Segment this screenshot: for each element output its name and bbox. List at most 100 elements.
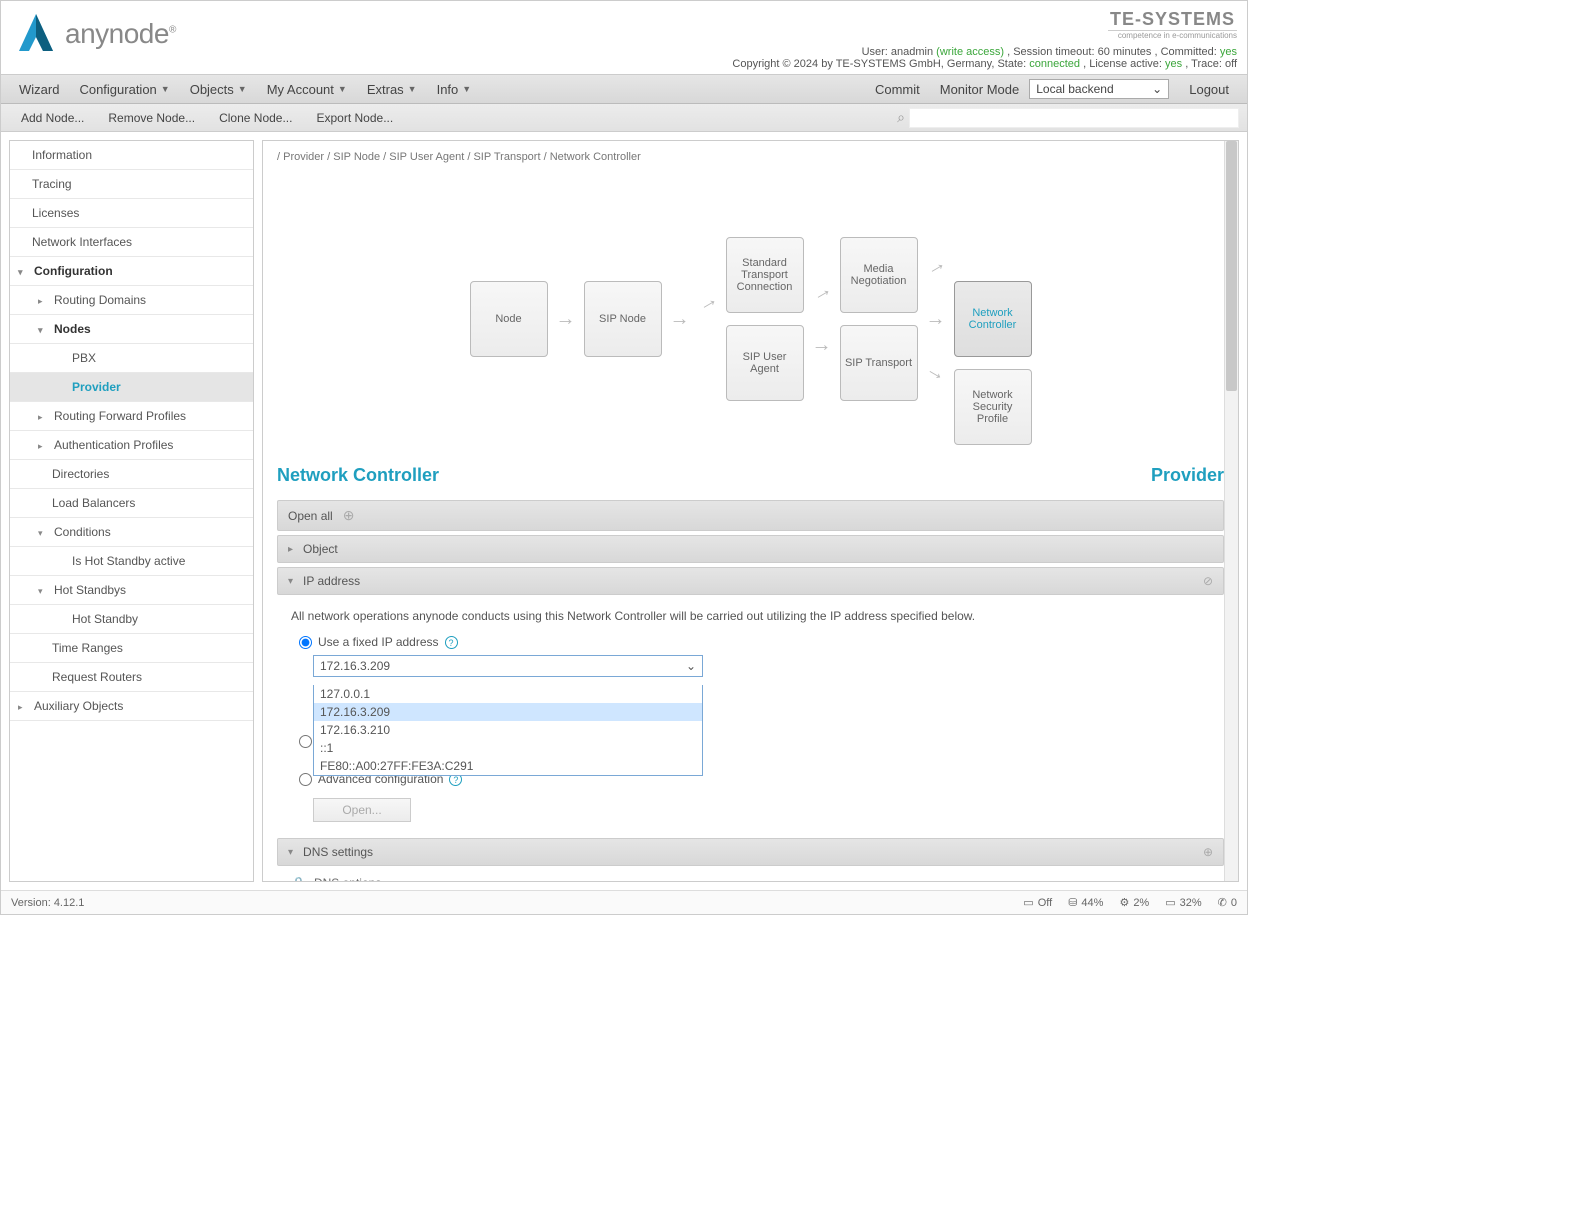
remove-node-button[interactable]: Remove Node... bbox=[96, 111, 207, 125]
sidebar-item-information[interactable]: Information bbox=[10, 141, 253, 170]
open-button: Open... bbox=[313, 798, 411, 822]
sidebar-item-routing-forward[interactable]: Routing Forward Profiles bbox=[10, 402, 253, 431]
flow-network-controller[interactable]: Network Controller bbox=[954, 281, 1032, 357]
sidebar-item-request-routers[interactable]: Request Routers bbox=[10, 663, 253, 692]
flow-std-transport[interactable]: Standard Transport Connection bbox=[726, 237, 804, 313]
radio-hidden[interactable] bbox=[299, 735, 312, 748]
commit-button[interactable]: Commit bbox=[865, 75, 930, 103]
memory-icon: ▭ bbox=[1165, 896, 1175, 909]
session-value: 60 minutes bbox=[1098, 46, 1152, 58]
status-cpu: ⚙2% bbox=[1119, 896, 1149, 909]
ip-option[interactable]: 172.16.3.209 bbox=[314, 703, 702, 721]
anynode-logo-icon bbox=[11, 9, 61, 59]
wizard-menu[interactable]: Wizard bbox=[9, 75, 69, 103]
help-icon[interactable]: ? bbox=[445, 636, 458, 649]
license-label: , License active: bbox=[1083, 58, 1162, 70]
sidebar-item-auth-profiles[interactable]: Authentication Profiles bbox=[10, 431, 253, 460]
ip-option[interactable]: 127.0.0.1 bbox=[314, 685, 702, 703]
backend-select[interactable]: Local backend⌄ bbox=[1029, 79, 1169, 99]
dns-options-row[interactable]: 🔒 DNS options bbox=[277, 870, 1224, 882]
section-object[interactable]: ▸ Object bbox=[277, 535, 1224, 563]
flow-media-neg[interactable]: Media Negotiation bbox=[840, 237, 918, 313]
version-value: 4.12.1 bbox=[54, 897, 85, 909]
header-right: TE-SYSTEMS competence in e-communication… bbox=[732, 9, 1237, 70]
disk-icon: ⛁ bbox=[1068, 896, 1077, 909]
sidebar-item-licenses[interactable]: Licenses bbox=[10, 199, 253, 228]
te-systems-sub: competence in e-communications bbox=[732, 31, 1237, 40]
breadcrumb[interactable]: / Provider / SIP Node / SIP User Agent /… bbox=[277, 151, 1224, 163]
content-scrollbar[interactable] bbox=[1224, 141, 1238, 881]
ip-option[interactable]: 172.16.3.210 bbox=[314, 721, 702, 739]
node-toolbar: Add Node... Remove Node... Clone Node...… bbox=[1, 104, 1247, 132]
open-all-bar[interactable]: Open all⊕ bbox=[277, 500, 1224, 531]
trace-label: , Trace: bbox=[1185, 58, 1222, 70]
sidebar-item-aux-objects[interactable]: Auxiliary Objects bbox=[10, 692, 253, 721]
ip-address-body: All network operations anynode conducts … bbox=[277, 599, 1224, 838]
sidebar-item-hot-standby[interactable]: Hot Standby bbox=[10, 605, 253, 634]
arrow-icon: → bbox=[807, 278, 836, 308]
sidebar-item-time-ranges[interactable]: Time Ranges bbox=[10, 634, 253, 663]
logout-button[interactable]: Logout bbox=[1179, 75, 1239, 103]
sidebar-item-network-interfaces[interactable]: Network Interfaces bbox=[10, 228, 253, 257]
sidebar-item-pbx[interactable]: PBX bbox=[10, 344, 253, 373]
chevron-right-icon: ▸ bbox=[288, 544, 293, 555]
page-subtitle: Provider bbox=[1151, 465, 1224, 486]
footer: Version: 4.12.1 ▭Off ⛁44% ⚙2% ▭32% ✆0 bbox=[1, 890, 1247, 914]
arrow-icon: → bbox=[921, 251, 950, 281]
cpu-icon: ⚙ bbox=[1119, 896, 1129, 909]
brand-text: anynode® bbox=[65, 18, 176, 50]
sidebar-item-nodes[interactable]: Nodes bbox=[10, 315, 253, 344]
page-title: Network Controller bbox=[277, 465, 439, 486]
flow-sip-transport[interactable]: SIP Transport bbox=[840, 325, 918, 401]
flow-sip-node[interactable]: SIP Node bbox=[584, 281, 662, 357]
section-ip-address[interactable]: ▾ IP address ⊘ bbox=[277, 567, 1224, 595]
sidebar-item-conditions[interactable]: Conditions bbox=[10, 518, 253, 547]
info-menu[interactable]: Info▼ bbox=[427, 75, 482, 103]
state-value: connected bbox=[1029, 58, 1080, 70]
flow-sip-user-agent[interactable]: SIP User Agent bbox=[726, 325, 804, 401]
sidebar: Information Tracing Licenses Network Int… bbox=[9, 140, 254, 882]
ip-select[interactable]: 172.16.3.209⌄ bbox=[313, 655, 703, 677]
user-name: anadmin bbox=[891, 46, 933, 58]
flow-node[interactable]: Node bbox=[470, 281, 548, 357]
plus-icon[interactable]: ⊕ bbox=[1203, 845, 1213, 859]
sidebar-item-tracing[interactable]: Tracing bbox=[10, 170, 253, 199]
ip-option[interactable]: ::1 bbox=[314, 739, 702, 757]
sidebar-item-routing-domains[interactable]: Routing Domains bbox=[10, 286, 253, 315]
scrollbar-thumb[interactable] bbox=[1226, 141, 1237, 391]
monitor-mode-button[interactable]: Monitor Mode bbox=[930, 75, 1029, 103]
main-toolbar: Wizard Configuration▼ Objects▼ My Accoun… bbox=[1, 74, 1247, 104]
sidebar-item-directories[interactable]: Directories bbox=[10, 460, 253, 489]
ip-dropdown: 127.0.0.1 172.16.3.209 172.16.3.210 ::1 … bbox=[313, 685, 703, 776]
license-value: yes bbox=[1165, 58, 1182, 70]
configuration-menu[interactable]: Configuration▼ bbox=[69, 75, 179, 103]
radio-fixed-ip[interactable] bbox=[299, 636, 312, 649]
arrow-icon: → bbox=[670, 308, 690, 331]
flow-net-sec-profile[interactable]: Network Security Profile bbox=[954, 369, 1032, 445]
chevron-down-icon: ▾ bbox=[288, 847, 293, 858]
export-node-button[interactable]: Export Node... bbox=[304, 111, 405, 125]
section-dns-settings[interactable]: ▾ DNS settings ⊕ bbox=[277, 838, 1224, 866]
search-input[interactable] bbox=[909, 108, 1239, 128]
version-label: Version: bbox=[11, 897, 51, 909]
add-node-button[interactable]: Add Node... bbox=[9, 111, 96, 125]
my-account-menu[interactable]: My Account▼ bbox=[257, 75, 357, 103]
flow-diagram: Node → SIP Node → → Standard Transport C… bbox=[277, 193, 1224, 445]
arrow-icon: → bbox=[693, 287, 722, 317]
status-disk: ⛁44% bbox=[1068, 896, 1103, 909]
arrow-icon: → bbox=[921, 357, 950, 387]
ip-option[interactable]: FE80::A00:27FF:FE3A:C291 bbox=[314, 757, 702, 775]
phone-icon: ✆ bbox=[1218, 896, 1227, 909]
copyright: Copyright © 2024 by TE-SYSTEMS GmbH, Ger… bbox=[732, 58, 1026, 70]
plus-icon: ⊕ bbox=[343, 507, 355, 524]
objects-menu[interactable]: Objects▼ bbox=[180, 75, 257, 103]
sidebar-item-provider[interactable]: Provider bbox=[10, 373, 253, 402]
radio-advanced[interactable] bbox=[299, 773, 312, 786]
sidebar-item-load-balancers[interactable]: Load Balancers bbox=[10, 489, 253, 518]
sidebar-item-hot-standby-active[interactable]: Is Hot Standby active bbox=[10, 547, 253, 576]
sidebar-item-configuration[interactable]: Configuration bbox=[10, 257, 253, 286]
clone-node-button[interactable]: Clone Node... bbox=[207, 111, 304, 125]
extras-menu[interactable]: Extras▼ bbox=[357, 75, 427, 103]
status-mem: ▭32% bbox=[1165, 896, 1201, 909]
sidebar-item-hot-standbys[interactable]: Hot Standbys bbox=[10, 576, 253, 605]
